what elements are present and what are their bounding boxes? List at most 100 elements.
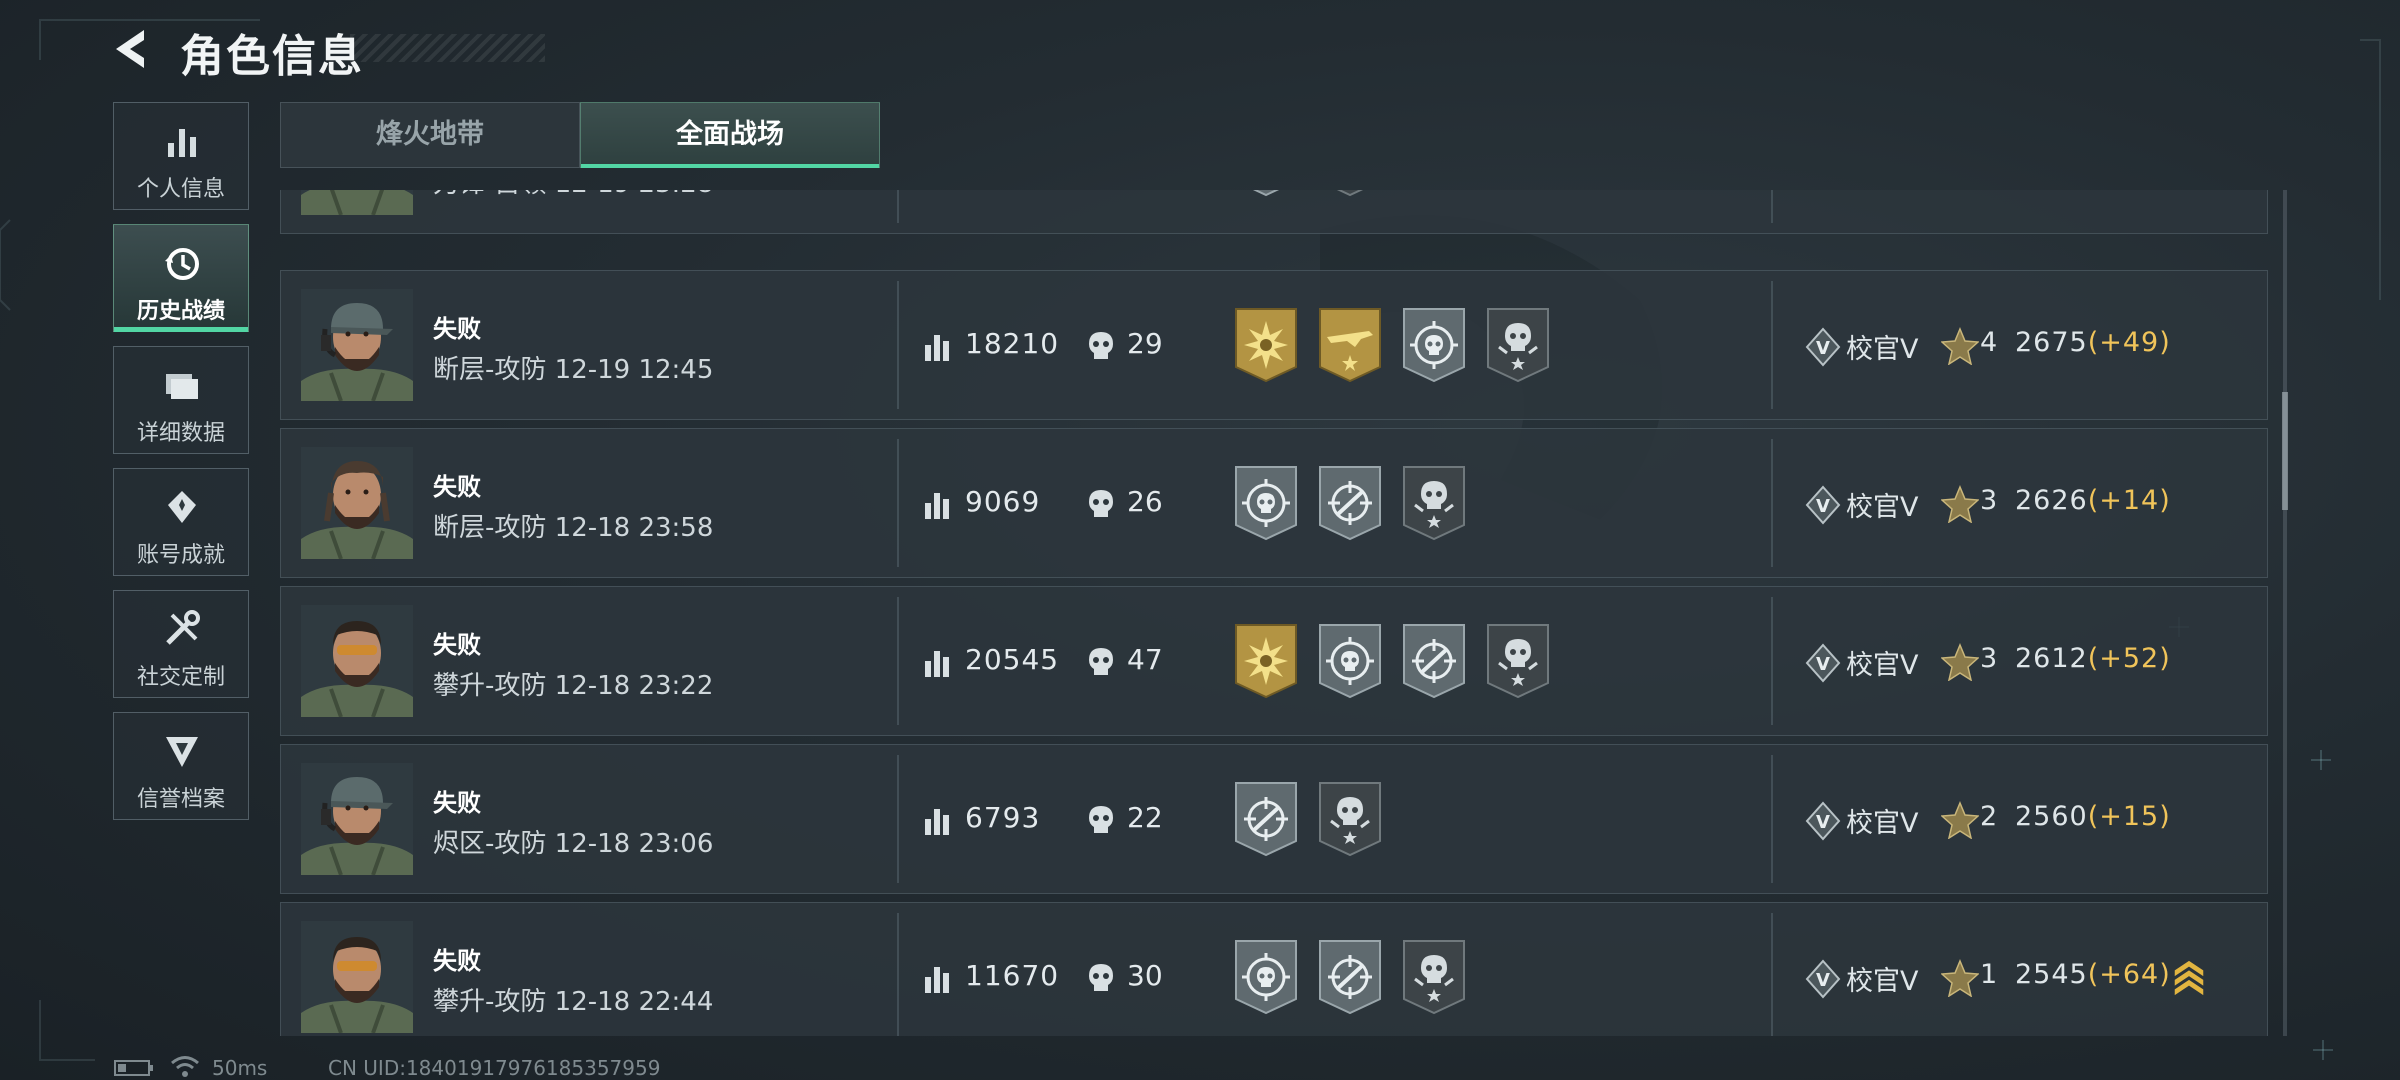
rank-name: 校官V [1846, 492, 1919, 523]
sidebar-item-label: 社交定制 [136, 665, 225, 690]
rank-badge-icon: V [1805, 959, 1841, 999]
gold-burst-medal-icon[interactable] [1233, 623, 1299, 699]
gold-burst-medal-icon[interactable] [1233, 307, 1299, 383]
match-row[interactable]: 失败 断层-攻防 12-18 23:58 9069 26 V 校官V 3 2626(+14) [280, 428, 2268, 578]
sidebar-item-achievements[interactable]: 账号成就 [113, 468, 249, 576]
silver-skull-medal-icon[interactable] [1233, 939, 1299, 1015]
match-score: 20545 [965, 643, 1060, 676]
history-clock-icon [165, 248, 199, 280]
row-divider [897, 913, 899, 1036]
sidebar-item-match-history[interactable]: 历史战绩 [113, 224, 249, 332]
score-icon [925, 493, 949, 519]
silver-crosshair-medal-icon[interactable] [1401, 623, 1467, 699]
promotion-chevron-icon [2174, 960, 2204, 996]
match-result: 失败 [433, 631, 481, 659]
row-divider [897, 439, 899, 567]
row-divider [897, 281, 899, 409]
match-row[interactable]: 失败 攀升-攻防 12-18 22:44 11670 30 V 校官V 1 2545(+64) [280, 902, 2268, 1036]
silver-crosshair-medal-icon[interactable] [1233, 190, 1299, 197]
rank-points-delta: (+52) [2087, 643, 2171, 674]
score-icon [925, 967, 949, 993]
sidebar-item-personal-info[interactable]: 个人信息 [113, 102, 249, 210]
row-divider [1771, 597, 1773, 725]
rank-stars: 4 [1980, 327, 1998, 358]
score-icon [925, 651, 949, 677]
back-button[interactable] [108, 24, 158, 74]
dark-skull-medal-icon[interactable] [1485, 623, 1551, 699]
row-divider [897, 190, 899, 223]
match-score: 18210 [965, 327, 1060, 360]
silver-skull-medal-icon[interactable] [1401, 307, 1467, 383]
silver-skull-medal-icon[interactable] [1317, 623, 1383, 699]
match-result: 失败 [433, 789, 481, 817]
match-row[interactable]: 失败 烬区-攻防 12-18 23:06 6793 22 V 校官V 2 2560(+15) [280, 744, 2268, 894]
match-row[interactable]: 刀锋-占领 12-19 23:28762213V校官V32704(+29) [280, 190, 2268, 234]
rank-star-icon [1941, 327, 1979, 365]
scrollbar-thumb[interactable] [2282, 392, 2288, 510]
player-avatar [301, 447, 413, 559]
row-divider [1771, 755, 1773, 883]
svg-text:V: V [1816, 338, 1830, 359]
match-row[interactable]: 失败 攀升-攻防 12-18 23:22 20545 47 V 校官V 3 2612(+52) [280, 586, 2268, 736]
active-indicator [114, 327, 248, 332]
rank-stars: 2 [1980, 801, 1998, 832]
silver-crosshair-medal-icon[interactable] [1233, 781, 1299, 857]
network-ping: 50ms [212, 1056, 268, 1080]
rank-name: 校官V [1846, 650, 1919, 681]
match-map-time: 刀锋-占领 12-19 23:28 [433, 190, 713, 200]
match-history-list[interactable]: 刀锋-占领 12-19 23:28762213V校官V32704(+29)失败断… [280, 190, 2270, 1036]
match-kills: 30 [1127, 959, 1163, 992]
rank-points: 2612(+52) [2015, 643, 2171, 674]
reputation-badge-icon [166, 737, 198, 767]
player-avatar [301, 921, 413, 1033]
rank-points: 2675(+49) [2015, 327, 2171, 358]
rank-points: 2560(+15) [2015, 801, 2171, 832]
rank-points: 2545(+64) [2015, 959, 2171, 990]
dark-skull-medal-icon[interactable] [1317, 190, 1383, 197]
sidebar-item-reputation[interactable]: 信誉档案 [113, 712, 249, 820]
match-row[interactable]: 失败 断层-攻防 12-19 12:45 18210 29 V 校官V 4 2675(+49) [280, 270, 2268, 420]
title-decoration [350, 34, 545, 62]
match-result: 失败 [433, 315, 481, 343]
row-divider [897, 597, 899, 725]
tab-haze-zone[interactable]: 烽火地带 [280, 102, 580, 168]
match-result: 失败 [433, 947, 481, 975]
silver-crosshair-medal-icon[interactable] [1317, 465, 1383, 541]
svg-text:V: V [1816, 812, 1830, 833]
sidebar-item-social-custom[interactable]: 社交定制 [113, 590, 249, 698]
match-score: 11670 [965, 959, 1060, 992]
sidebar-item-label: 个人信息 [136, 177, 225, 202]
rank-points: 2626(+14) [2015, 485, 2171, 516]
scrollbar-track[interactable] [2283, 190, 2287, 1036]
match-result: 失败 [433, 473, 481, 501]
row-divider [1771, 439, 1773, 567]
tab-full-battlefield[interactable]: 全面战场 [580, 102, 880, 168]
dark-skull-medal-icon[interactable] [1401, 465, 1467, 541]
achievement-medal-icon [168, 491, 196, 523]
match-kills: 29 [1127, 327, 1163, 360]
rank-points-delta: (+14) [2087, 485, 2171, 516]
page-title: 角色信息 [180, 31, 364, 82]
row-divider [1771, 190, 1773, 223]
rank-name: 校官V [1846, 808, 1919, 839]
match-map-time: 烬区-攻防 12-18 23:06 [433, 829, 714, 859]
silver-skull-medal-icon[interactable] [1233, 465, 1299, 541]
dark-skull-medal-icon[interactable] [1485, 307, 1551, 383]
rank-name: 校官V [1846, 966, 1919, 997]
rank-badge-icon: V [1805, 643, 1841, 683]
dark-skull-medal-icon[interactable] [1401, 939, 1467, 1015]
gold-rifle-medal-icon[interactable] [1317, 307, 1383, 383]
match-map-time: 断层-攻防 12-19 12:45 [433, 355, 714, 385]
rank-points-value: 2675 [2015, 327, 2088, 358]
silver-crosshair-medal-icon[interactable] [1317, 939, 1383, 1015]
dark-skull-medal-icon[interactable] [1317, 781, 1383, 857]
match-map-time: 断层-攻防 12-18 23:58 [433, 513, 714, 543]
sidebar-item-detailed-data[interactable]: 详细数据 [113, 346, 249, 454]
match-kills: 47 [1127, 643, 1163, 676]
rank-star-icon [1941, 643, 1979, 681]
rank-points-value: 2560 [2015, 801, 2088, 832]
mode-tabs: 烽火地带 全面战场 [280, 102, 880, 168]
row-divider [897, 755, 899, 883]
svg-text:V: V [1816, 970, 1830, 991]
tab-selected-indicator [581, 164, 879, 168]
